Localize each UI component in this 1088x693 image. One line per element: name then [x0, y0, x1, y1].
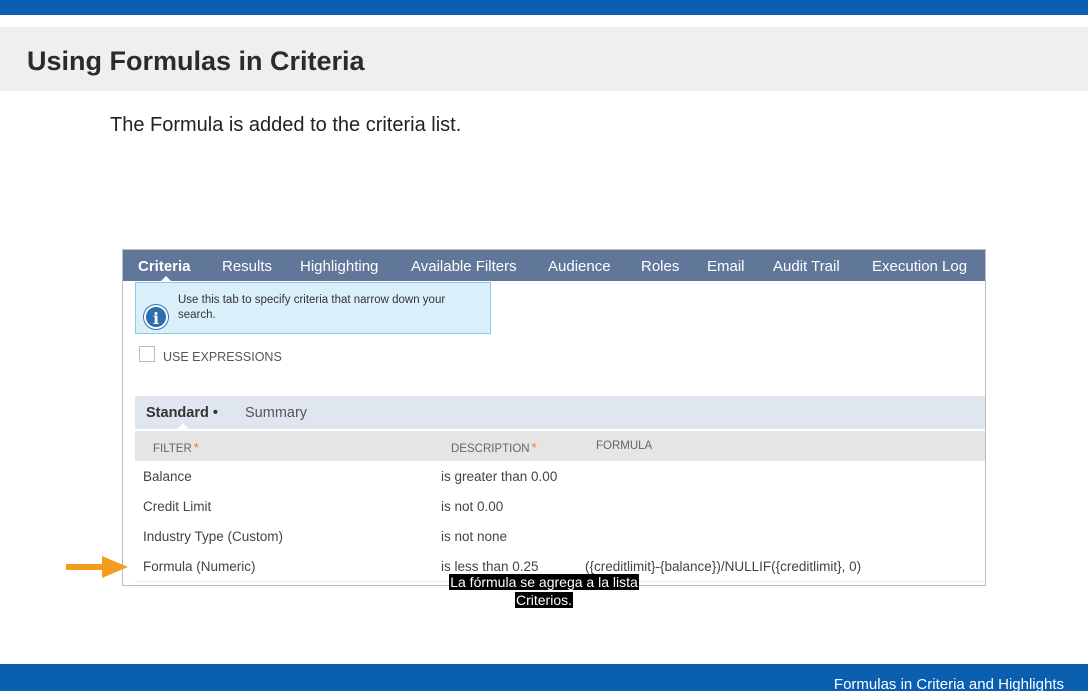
subtab-summary[interactable]: Summary [245, 405, 307, 421]
info-tooltip: i Use this tab to specify criteria that … [135, 282, 491, 334]
tab-roles[interactable]: Roles [641, 258, 679, 275]
slide-body-text: The Formula is added to the criteria lis… [110, 114, 462, 136]
description-cell: is not none [441, 529, 508, 544]
table-row[interactable]: Industry Type (Custom) is not none [135, 521, 985, 552]
tab-criteria[interactable]: Criteria [138, 258, 191, 275]
caption-line-1: La fórmula se agrega a la lista [449, 574, 639, 590]
required-mark: * [531, 440, 537, 455]
required-mark: * [193, 440, 199, 455]
column-description: DESCRIPTION * [451, 440, 537, 455]
filter-cell: Industry Type (Custom) [143, 529, 284, 544]
use-expressions-checkbox[interactable] [139, 346, 155, 362]
use-expressions-label: USE EXPRESSIONS [163, 350, 282, 364]
tab-bar: Criteria Results Highlighting Available … [123, 250, 985, 282]
netsuite-screenshot: Criteria Results Highlighting Available … [122, 249, 986, 586]
top-bar [0, 0, 1088, 15]
subtitle-caption: La fórmula se agrega a la lista Criterio… [435, 573, 653, 609]
tab-results[interactable]: Results [222, 258, 272, 275]
tab-highlighting[interactable]: Highlighting [300, 258, 378, 275]
table-row[interactable]: Credit Limit is not 0.00 [135, 491, 985, 522]
filter-cell: Formula (Numeric) [143, 559, 256, 574]
description-cell: is less than 0.25 [441, 559, 539, 574]
description-cell: is not 0.00 [441, 499, 504, 514]
tab-execution-log[interactable]: Execution Log [872, 258, 967, 275]
filter-cell: Balance [143, 469, 192, 484]
tab-available-filters[interactable]: Available Filters [411, 258, 517, 275]
footer-bar: Formulas in Criteria and Highlights [0, 664, 1088, 693]
tab-audience[interactable]: Audience [548, 258, 611, 275]
tab-audit-trail[interactable]: Audit Trail [773, 258, 840, 275]
info-icon: i [144, 305, 168, 329]
column-filter: FILTER * [153, 440, 199, 455]
subtab-bar: Standard • Summary [135, 396, 985, 429]
subtab-standard-dot: • [212, 405, 218, 421]
tab-email[interactable]: Email [707, 258, 745, 275]
description-cell: is greater than 0.00 [441, 469, 558, 484]
slide-title: Using Formulas in Criteria [27, 46, 365, 76]
table-row[interactable]: Balance is greater than 0.00 [135, 461, 985, 492]
caption-line-2: Criterios. [514, 592, 573, 608]
arrow-right-icon [66, 556, 128, 578]
info-text: Use this tab to specify criteria that na… [178, 294, 446, 321]
active-subtab-caret [177, 423, 189, 429]
formula-cell: ({creditlimit}-{balance})/NULLIF({credit… [585, 559, 862, 574]
column-formula: FORMULA [596, 440, 653, 452]
subtab-standard-label: Standard [146, 405, 209, 421]
column-header-row: FILTER * DESCRIPTION * FORMULA [135, 431, 985, 461]
filter-cell: Credit Limit [143, 499, 212, 514]
footer-text: Formulas in Criteria and Highlights [833, 676, 1064, 693]
subtab-standard[interactable]: Standard • [146, 405, 218, 421]
